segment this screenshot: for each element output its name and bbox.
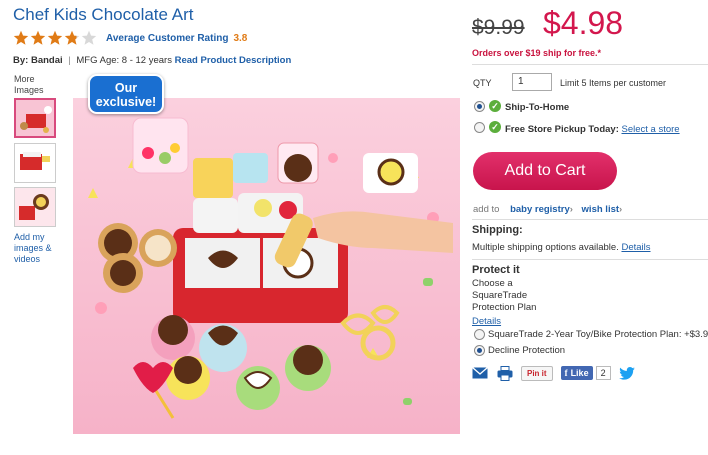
sale-price: $4.98 (543, 5, 624, 41)
facebook-like-button[interactable]: f Like (560, 366, 593, 380)
protect-line-1: Choose a (472, 278, 513, 289)
rating-label[interactable]: Average Customer Rating (106, 33, 228, 44)
protect-details-link[interactable]: Details (472, 316, 501, 327)
product-photo (73, 98, 460, 434)
protect-details-row: Details (472, 316, 501, 328)
thumbnail-image (15, 144, 55, 182)
store-pickup-radio[interactable] (474, 122, 485, 133)
protect-heading: Protect it (472, 264, 520, 276)
more-images-label: More Images (14, 74, 44, 95)
ship-to-home-label: Ship-To-Home (505, 102, 570, 113)
decline-protection-label: Decline Protection (488, 345, 566, 356)
ship-to-home-radio[interactable] (474, 101, 485, 112)
baby-registry-link[interactable]: baby registry› (510, 204, 573, 215)
add-images-link[interactable]: Add my images & videos (14, 232, 64, 265)
shipping-info: Multiple shipping options available. Det… (472, 242, 651, 254)
rating-value: 3.8 (233, 32, 248, 44)
wish-list-link[interactable]: wish list› (582, 204, 623, 215)
divider (472, 64, 708, 65)
wish-list-label: wish list (581, 204, 620, 215)
thumbnail-image (15, 188, 55, 226)
pin-it-button[interactable]: Pin it (521, 365, 553, 381)
select-store-link[interactable]: Select a store (622, 124, 680, 135)
thumbnail-1[interactable] (14, 98, 56, 138)
thumbnail-3[interactable] (14, 187, 56, 227)
shipping-text: Multiple shipping options available. (472, 242, 619, 253)
facebook-icon: f (564, 368, 568, 378)
shipping-heading: Shipping: (472, 224, 523, 236)
badge-line-1: Our (114, 81, 138, 95)
main-product-image[interactable] (73, 98, 460, 434)
star-full-icon (47, 30, 63, 45)
qty-limit-note: Limit 5 Items per customer (560, 78, 667, 88)
read-description-link[interactable]: Read Product Description (175, 55, 292, 66)
original-price: $9.99 (472, 16, 525, 39)
decline-protection-radio[interactable] (474, 345, 485, 356)
by-label: By: (13, 55, 29, 66)
available-check-icon: ✓ (489, 121, 501, 133)
star-partial-icon (64, 30, 80, 45)
protect-line-3: Protection Plan (472, 302, 537, 313)
byline: By: Bandai | MFG Age: 8 - 12 years Read … (13, 55, 291, 66)
product-title: Chef Kids Chocolate Art (13, 5, 194, 24)
store-pickup-option: Free Store Pickup Today: Select a store (505, 124, 680, 135)
badge-line-2: exclusive! (95, 95, 157, 109)
divider (472, 259, 708, 260)
shipping-details-link[interactable]: Details (621, 242, 650, 253)
exclusive-badge: Our exclusive! (88, 74, 164, 114)
divider: | (68, 55, 71, 66)
protection-plan-label: SquareTrade 2-Year Toy/Bike Protection P… (488, 329, 708, 340)
add-to-cart-button[interactable]: Add to Cart (473, 152, 617, 190)
email-icon[interactable] (472, 367, 488, 379)
facebook-like-label: Like (570, 368, 589, 378)
star-full-icon (13, 30, 29, 45)
chevron-right-icon: › (619, 204, 623, 215)
baby-registry-label: baby registry (510, 204, 570, 215)
store-pickup-label: Free Store Pickup Today: (505, 124, 619, 135)
protection-plan-radio[interactable] (474, 329, 485, 340)
available-check-icon: ✓ (489, 100, 501, 112)
age-range: MFG Age: 8 - 12 years (76, 55, 172, 66)
thumbnail-image (16, 100, 54, 136)
rating-row: Average Customer Rating 3.8 (13, 30, 247, 46)
qty-label: QTY (473, 78, 492, 88)
print-icon[interactable] (497, 365, 513, 381)
qty-input[interactable]: 1 (512, 73, 552, 91)
divider (472, 219, 708, 220)
share-row: Pin it f Like 2 (472, 364, 635, 382)
facebook-like-count: 2 (595, 366, 611, 380)
twitter-icon[interactable] (618, 366, 635, 380)
add-to-label: add to (473, 204, 500, 215)
brand-name[interactable]: Bandai (31, 55, 63, 66)
protect-line-2: SquareTrade (472, 290, 528, 301)
thumbnail-2[interactable] (14, 143, 56, 183)
add-to-row: add to baby registry› wish list› (473, 204, 622, 215)
star-full-icon (30, 30, 46, 45)
chevron-right-icon: › (569, 204, 573, 215)
free-shipping-note: Orders over $19 ship for free.* (472, 48, 602, 58)
star-empty-icon (81, 30, 97, 45)
